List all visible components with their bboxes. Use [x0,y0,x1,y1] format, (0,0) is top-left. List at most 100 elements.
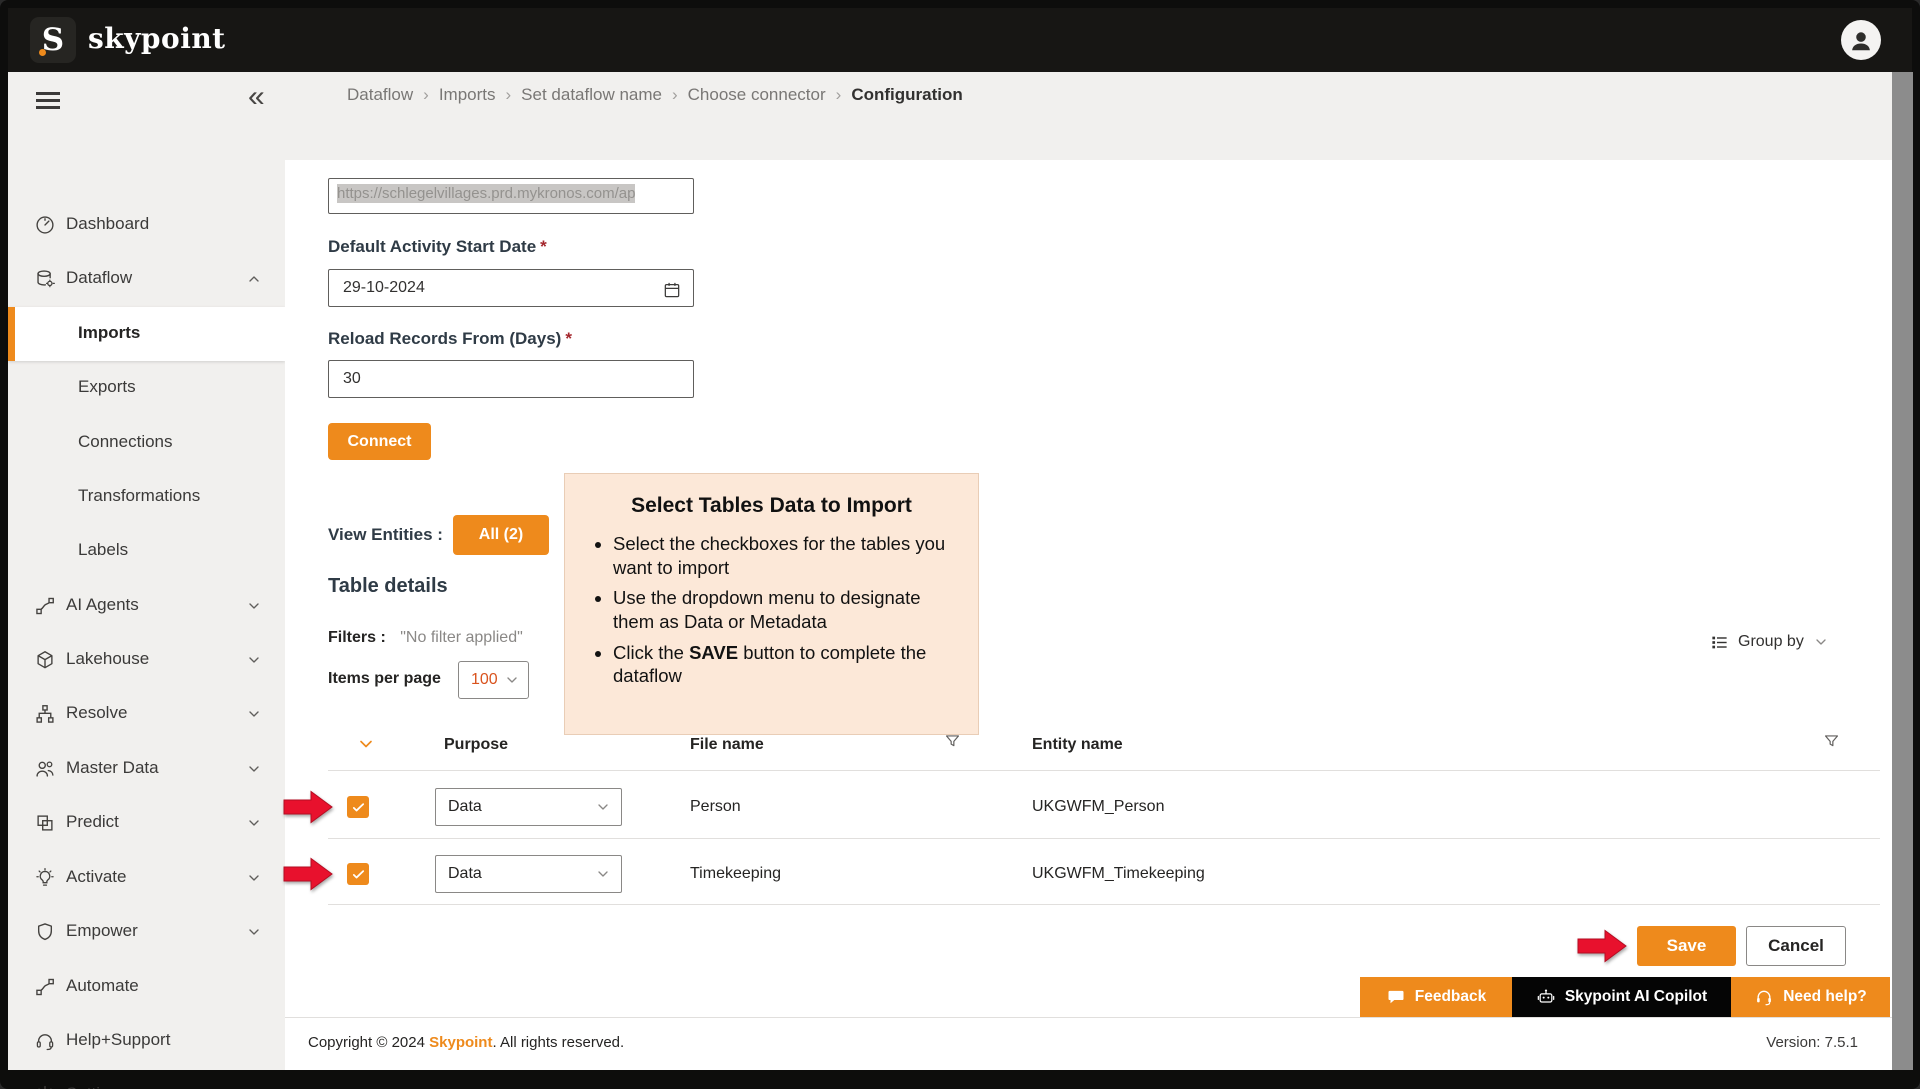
start-date-input[interactable]: 29-10-2024 [328,269,694,307]
start-date-value: 29-10-2024 [343,279,425,296]
items-per-page-select[interactable]: 100 [458,661,529,699]
breadcrumb-separator: › [423,85,429,104]
chevron-down-icon[interactable] [246,815,262,831]
chevron-down-icon[interactable] [246,761,262,777]
calendar-icon[interactable] [662,278,682,298]
chevron-down-icon[interactable] [246,870,262,886]
sidebar-item-empower[interactable]: Empower [8,905,285,959]
callout-bullet: Click the SAVE button to complete the da… [613,641,952,688]
version-text: Version: 7.5.1 [1766,1034,1858,1051]
table-details-heading: Table details [328,575,448,597]
row-checkbox-checked[interactable] [347,796,369,818]
filter-funnel-icon[interactable] [1822,732,1841,751]
flow-icon [34,976,56,998]
user-avatar[interactable] [1841,20,1881,60]
select-all-chevron-icon[interactable] [356,734,376,754]
reload-days-input[interactable]: 30 [328,360,694,398]
column-header-file-name[interactable]: File name [690,735,764,755]
sidebar-item-settings[interactable]: Settings [8,1068,285,1089]
purpose-dropdown[interactable]: Data [435,855,622,893]
group-by-label: Group by [1738,633,1804,650]
sidebar-item-resolve[interactable]: Resolve [8,687,285,741]
sidebar: « Dashboard Dataflow Imports Exports Con… [8,72,285,1089]
view-entities-all-button[interactable]: All (2) [453,515,549,555]
sidebar-item-connections[interactable]: Connections [8,416,285,470]
sidebar-item-label: Empower [66,921,138,940]
sidebar-item-predict[interactable]: Predict [8,796,285,850]
sidebar-item-dashboard[interactable]: Dashboard [8,198,285,252]
sidebar-item-help-support[interactable]: Help+Support [8,1014,285,1068]
chevron-down-icon[interactable] [246,924,262,940]
breadcrumb-dataflow[interactable]: Dataflow [347,85,413,104]
chevron-down-icon [1816,639,1826,645]
sidebar-item-dataflow[interactable]: Dataflow [8,252,285,306]
group-by-control[interactable]: Group by [1710,628,1829,656]
sidebar-item-lakehouse[interactable]: Lakehouse [8,633,285,687]
cancel-button[interactable]: Cancel [1746,926,1846,966]
sidebar-item-transformations[interactable]: Transformations [8,470,285,524]
sidebar-item-label: Activate [66,867,127,886]
need-help-button[interactable]: Need help? [1731,977,1890,1017]
gear-icon [34,1084,56,1089]
overlapping-squares-icon [34,812,56,834]
sidebar-item-label: Predict [66,812,119,831]
sidebar-item-activate[interactable]: Activate [8,851,285,905]
column-header-entity-name[interactable]: Entity name [1032,735,1123,755]
menu-icon[interactable] [36,92,60,110]
headset-icon [34,1030,56,1052]
annotation-arrow-save [1577,930,1627,962]
breadcrumb-separator: › [671,85,678,104]
skypoint-ai-copilot-button[interactable]: Skypoint AI Copilot [1512,977,1731,1017]
save-button[interactable]: Save [1637,926,1736,966]
entity-name-cell: UKGWFM_Timekeeping [1032,865,1205,882]
skypoint-link[interactable]: Skypoint [429,1034,492,1051]
sidebar-item-automate[interactable]: Automate [8,960,285,1014]
breadcrumb-set-dataflow-name[interactable]: Set dataflow name [521,85,662,104]
sidebar-item-ai-agents[interactable]: AI Agents [8,579,285,633]
view-entities-label: View Entities : [328,525,443,544]
chevron-up-icon[interactable] [246,271,262,287]
chevron-down-icon[interactable] [246,598,262,614]
filter-funnel-icon[interactable] [943,732,962,751]
required-asterisk: * [540,237,547,256]
breadcrumb-imports[interactable]: Imports [439,85,496,104]
skypoint-logo[interactable]: S [30,17,76,63]
sidebar-item-label: AI Agents [66,595,139,614]
copilot-label: Skypoint AI Copilot [1564,988,1708,1005]
purpose-dropdown[interactable]: Data [435,788,622,826]
row-checkbox-checked[interactable] [347,863,369,885]
url-selected-text: https://schlegelvillages.prd.mykronos.co… [337,184,636,203]
sidebar-item-imports[interactable]: Imports [8,307,285,361]
chevron-down-icon[interactable] [246,652,262,668]
connector-url-input[interactable]: https://schlegelvillages.prd.mykronos.co… [328,178,694,214]
connect-button[interactable]: Connect [328,423,431,460]
callout-title: Select Tables Data to Import [631,494,912,517]
collapse-sidebar-icon[interactable]: « [248,80,265,114]
sidebar-item-label: Exports [78,377,136,396]
reload-days-label: Reload Records From (Days) * [328,329,572,348]
shield-icon [34,921,56,943]
chevron-down-icon [598,804,608,810]
callout-bullet: Select the checkboxes for the tables you… [613,532,952,579]
instruction-callout: Select Tables Data to Import Select the … [564,473,979,735]
breadcrumb-choose-connector[interactable]: Choose connector [688,85,826,104]
table-divider [328,904,1880,905]
sidebar-item-master-data[interactable]: Master Data [8,742,285,796]
sidebar-item-label: Help+Support [66,1030,171,1049]
chevron-down-icon[interactable] [246,706,262,722]
feedback-label: Feedback [1414,988,1487,1005]
gauge-icon [34,214,56,236]
sidebar-item-labels[interactable]: Labels [8,524,285,578]
app-window: S skypoint « Dashboard Dataflow Imports … [0,0,1920,1089]
column-header-purpose[interactable]: Purpose [444,735,508,755]
sidebar-item-exports[interactable]: Exports [8,361,285,415]
hierarchy-icon [34,703,56,725]
logo-letter: S [41,22,65,58]
breadcrumb-configuration: Configuration [851,85,963,104]
annotation-arrow-row2 [283,858,333,890]
items-per-page-value: 100 [471,671,498,688]
people-icon [34,758,56,780]
feedback-button[interactable]: Feedback [1360,977,1512,1017]
vertical-scrollbar[interactable] [1892,72,1913,1070]
sidebar-item-label: Imports [78,323,141,342]
